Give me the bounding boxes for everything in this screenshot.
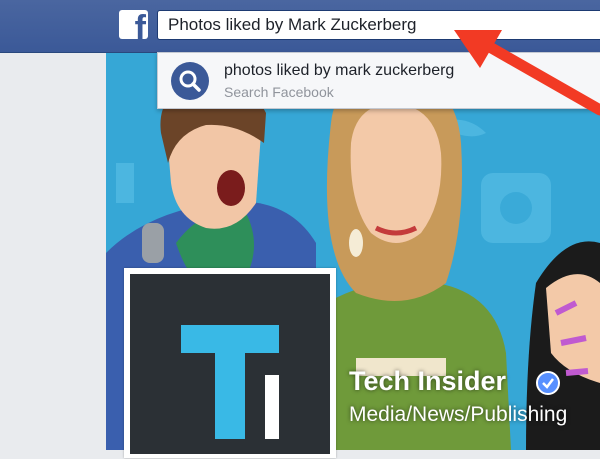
suggestion-title: photos liked by mark zuckerberg (224, 62, 455, 79)
suggestion-subtitle: Search Facebook (224, 84, 334, 100)
page-name[interactable]: Tech Insider (349, 366, 506, 397)
logo-letter: f (134, 10, 146, 39)
profile-picture[interactable] (124, 268, 336, 458)
facebook-logo-icon[interactable]: f (119, 10, 148, 39)
annotation-arrow-icon (454, 30, 600, 116)
tech-insider-logo-icon (130, 274, 330, 454)
page-category[interactable]: Media/News/Publishing (349, 403, 567, 427)
search-icon (171, 62, 209, 100)
left-gutter (0, 53, 106, 450)
verified-check-icon (536, 371, 560, 395)
